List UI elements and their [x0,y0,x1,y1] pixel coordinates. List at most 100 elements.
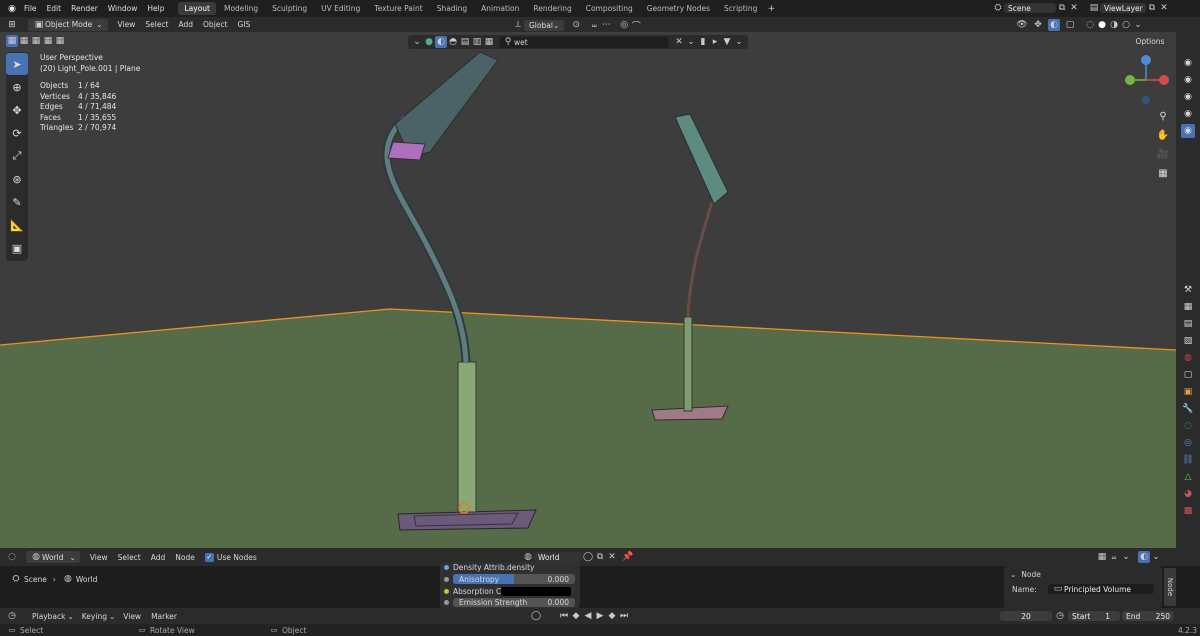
scale-tool-icon[interactable]: ⤢ [6,145,28,167]
physics-icon[interactable]: ◎ [1181,436,1195,450]
menu-render[interactable]: Render [71,4,98,13]
menu-edit[interactable]: Edit [47,4,62,13]
use-nodes-checkbox[interactable]: ✓ Use Nodes [204,552,257,562]
socket-icon[interactable] [444,576,449,582]
timeline-menu-keying[interactable]: Keying [82,612,107,621]
principled-volume-node[interactable]: Density Attrib... density Anisotropy 0.0… [440,562,580,608]
particles-icon[interactable]: ◌ [1181,419,1195,433]
options-button[interactable]: Options [1130,35,1170,47]
view-layer-properties-icon[interactable]: ▧ [1181,334,1195,348]
collection-icon-1[interactable]: ◉ [1181,73,1195,87]
modifier-properties-icon[interactable]: 🔧 [1181,402,1195,416]
orientation-icon[interactable]: ⟂ [512,19,524,31]
select-new-icon[interactable]: ▦ [6,35,18,47]
node-editor-canvas[interactable]: ⛭ Scene › ◍ World Density Attrib... dens… [0,562,1200,608]
anisotropy-slider[interactable]: Anisotropy 0.000 [453,574,575,584]
scene-properties-icon[interactable]: ◍ [1181,351,1195,365]
measure-tool-icon[interactable]: 📐 [6,214,28,236]
menu-help[interactable]: Help [147,4,164,13]
timeline-menu-marker[interactable]: Marker [151,612,177,621]
world-properties-icon[interactable]: ▢ [1181,368,1195,382]
wireframe-shading-icon[interactable]: ◌ [1084,19,1096,31]
header-menu-add[interactable]: Add [179,20,194,29]
tab-geometry-nodes[interactable]: Geometry Nodes [641,2,716,15]
tab-shading[interactable]: Shading [431,2,473,15]
pin-icon[interactable]: 📌 [622,551,634,563]
view-layer-field[interactable]: ViewLayer [1100,3,1146,13]
pivot-icon[interactable]: ⊙ [570,19,582,31]
annotate-tool-icon[interactable]: ✎ [6,191,28,213]
node-snap-icon[interactable]: ▦ [1096,551,1108,563]
perspective-toggle-icon[interactable]: ▦ [1155,165,1171,181]
prev-keyframe-icon[interactable]: ◆ [570,610,582,622]
filter-type-icon-5[interactable]: ▦ [483,36,495,48]
tab-rendering[interactable]: Rendering [527,2,577,15]
node-overlay-icon[interactable]: ◐ [1138,551,1150,563]
current-frame-field[interactable]: 20 [1000,611,1052,621]
filter-type-icon-1[interactable]: ◐ [435,36,447,48]
material-shading-icon[interactable]: ◑ [1108,19,1120,31]
timeline-menu-playback[interactable]: Playback [32,612,65,621]
socket-icon[interactable] [444,565,449,570]
timeline-editor-icon[interactable]: ◷ [6,610,18,622]
scene-field[interactable]: Scene [1004,3,1056,13]
tab-texture-paint[interactable]: Texture Paint [368,2,428,15]
shader-type-dropdown[interactable]: ◍ World ⌄ [26,551,80,563]
socket-icon[interactable] [444,588,449,594]
search-input[interactable]: ⚲ wet [499,36,669,48]
tab-scripting[interactable]: Scripting [718,2,763,15]
cursor-tool-icon[interactable]: ⊕ [6,76,28,98]
socket-value[interactable]: density [507,563,535,572]
node-panel-header[interactable]: ⌄ Node [1004,566,1162,582]
collection-icon-3[interactable]: ◉ [1181,107,1195,121]
tab-uv-editing[interactable]: UV Editing [315,2,366,15]
filter-chevron-icon[interactable]: ⌄ [733,36,745,48]
breadcrumb-scene[interactable]: Scene [24,575,47,584]
node-menu-node[interactable]: Node [175,553,195,562]
mode-dropdown[interactable]: ▣ Object Mode ⌄ [28,18,108,31]
node-menu-view[interactable]: View [90,553,108,562]
collection-icon-2[interactable]: ◉ [1181,90,1195,104]
header-menu-object[interactable]: Object [203,20,227,29]
play-icon[interactable]: ▶ [594,610,606,622]
filter-type-icon-4[interactable]: ▥ [471,36,483,48]
material-properties-icon[interactable]: ◕ [1181,487,1195,501]
header-menu-select[interactable]: Select [145,20,168,29]
filter-type-icon-2[interactable]: ◓ [447,36,459,48]
clear-search-icon[interactable]: ✕ [673,36,685,48]
start-frame-field[interactable]: Start 1 [1068,611,1120,621]
shading-options-icon[interactable]: ⌄ [1132,19,1144,31]
snap-target-icon[interactable]: ⋯ [600,19,612,31]
play-reverse-icon[interactable]: ◀ [582,610,594,622]
visibility-icon[interactable]: 👁 [1016,19,1028,31]
move-tool-icon[interactable]: ✥ [6,99,28,121]
transform-tool-icon[interactable]: ⊛ [6,168,28,190]
emission-strength-field[interactable]: Emission Strength 0.000 [453,598,575,607]
filter-toggle-icon[interactable]: ⌄ [685,36,697,48]
pan-icon[interactable]: ✋ [1155,127,1171,143]
gizmo-icon[interactable]: ✥ [1032,19,1044,31]
end-frame-field[interactable]: End 250 [1122,611,1174,621]
solid-shading-icon[interactable]: ● [1096,19,1108,31]
color-swatch[interactable] [501,586,571,596]
scene-icon[interactable]: ⛭ [992,2,1004,14]
new-scene-icon[interactable]: ⧉ [1056,2,1068,14]
menu-file[interactable]: File [24,4,37,13]
texture-properties-icon[interactable]: ▩ [1181,504,1195,518]
tab-node[interactable]: Node [1164,568,1176,606]
add-cube-tool-icon[interactable]: ▣ [6,237,28,259]
arrow-icon[interactable]: ▸ [709,36,721,48]
editor-type-icon[interactable]: ⊞ [6,19,18,31]
clock-icon[interactable]: ◷ [1054,610,1066,622]
funnel-icon[interactable]: ▼ [721,36,733,48]
select-subtract-icon[interactable]: ▦ [30,35,42,47]
node-menu-select[interactable]: Select [118,553,141,562]
auto-keying-icon[interactable]: ◯ [530,610,542,622]
tab-layout[interactable]: Layout [178,2,216,15]
timeline-menu-view[interactable]: View [123,612,141,621]
unlink-world-icon[interactable]: ✕ [606,551,618,563]
navigation-gizmo[interactable] [1120,54,1172,106]
constraints-icon[interactable]: ⛓ [1181,453,1195,467]
fake-user-icon[interactable]: ◯ [582,551,594,563]
menu-window[interactable]: Window [108,4,138,13]
